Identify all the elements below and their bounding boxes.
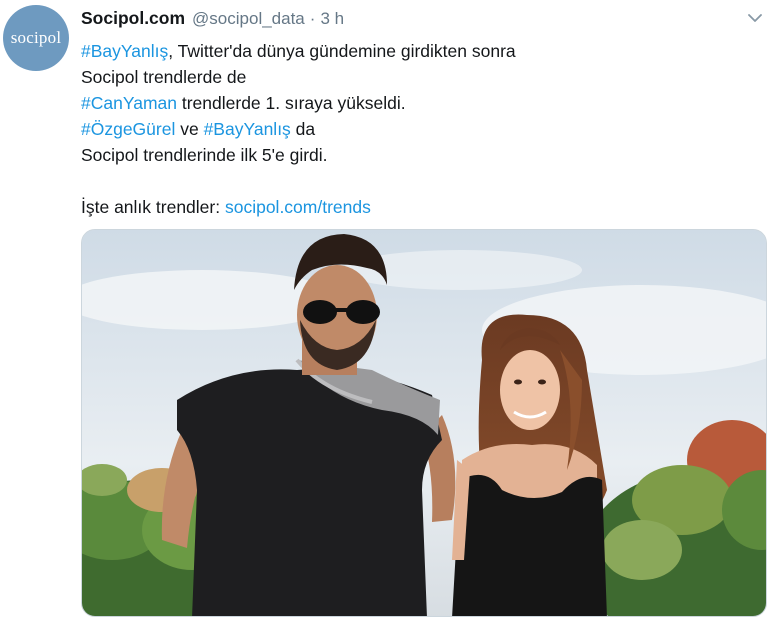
- hashtag-link[interactable]: #CanYaman: [81, 93, 177, 113]
- tweet-line-text: Socipol trendlerde de: [81, 67, 247, 87]
- tweet-line-text: , Twitter'da dünya gündemine girdikten s…: [168, 41, 516, 61]
- avatar-logo-text: socipol: [10, 28, 62, 47]
- hashtag-link[interactable]: #ÖzgeGürel: [81, 119, 175, 139]
- tweet-line-5: Socipol trendlerinde ilk 5'e girdi.: [81, 142, 761, 168]
- tweet-line-4: #ÖzgeGürel ve #BayYanlış da: [81, 116, 761, 142]
- tweet-line-text: ve: [175, 119, 204, 139]
- timestamp[interactable]: 3 h: [320, 9, 344, 29]
- user-handle[interactable]: @socipol_data: [192, 9, 305, 29]
- photo-illustration: [82, 230, 766, 616]
- hashtag-link[interactable]: #BayYanlış: [81, 41, 168, 61]
- tweet-line-3: #CanYaman trendlerde 1. sıraya yükseldi.: [81, 90, 761, 116]
- tweet-line-1: #BayYanlış, Twitter'da dünya gündemine g…: [81, 38, 761, 64]
- tweet-photo[interactable]: [81, 229, 767, 617]
- tweet-line-text: Socipol trendlerinde ilk 5'e girdi.: [81, 145, 328, 165]
- hashtag-link[interactable]: #BayYanlış: [204, 119, 291, 139]
- tweet-line-2: Socipol trendlerde de: [81, 64, 761, 90]
- tweet-header: Socipol.com @socipol_data · 3 h: [81, 8, 344, 30]
- tweet-line-text: trendlerde 1. sıraya yükseldi.: [177, 93, 406, 113]
- trends-link[interactable]: socipol.com/trends: [225, 197, 371, 217]
- separator-dot: ·: [309, 9, 316, 28]
- tweet-line-text: İşte anlık trendler:: [81, 197, 225, 217]
- avatar[interactable]: socipol: [3, 5, 69, 71]
- chevron-down-icon[interactable]: [746, 11, 764, 25]
- tweet-line-text: da: [290, 119, 316, 139]
- tweet-line-6: İşte anlık trendler: socipol.com/trends: [81, 194, 761, 220]
- tweet-text: #BayYanlış, Twitter'da dünya gündemine g…: [81, 38, 761, 220]
- display-name[interactable]: Socipol.com: [81, 8, 185, 29]
